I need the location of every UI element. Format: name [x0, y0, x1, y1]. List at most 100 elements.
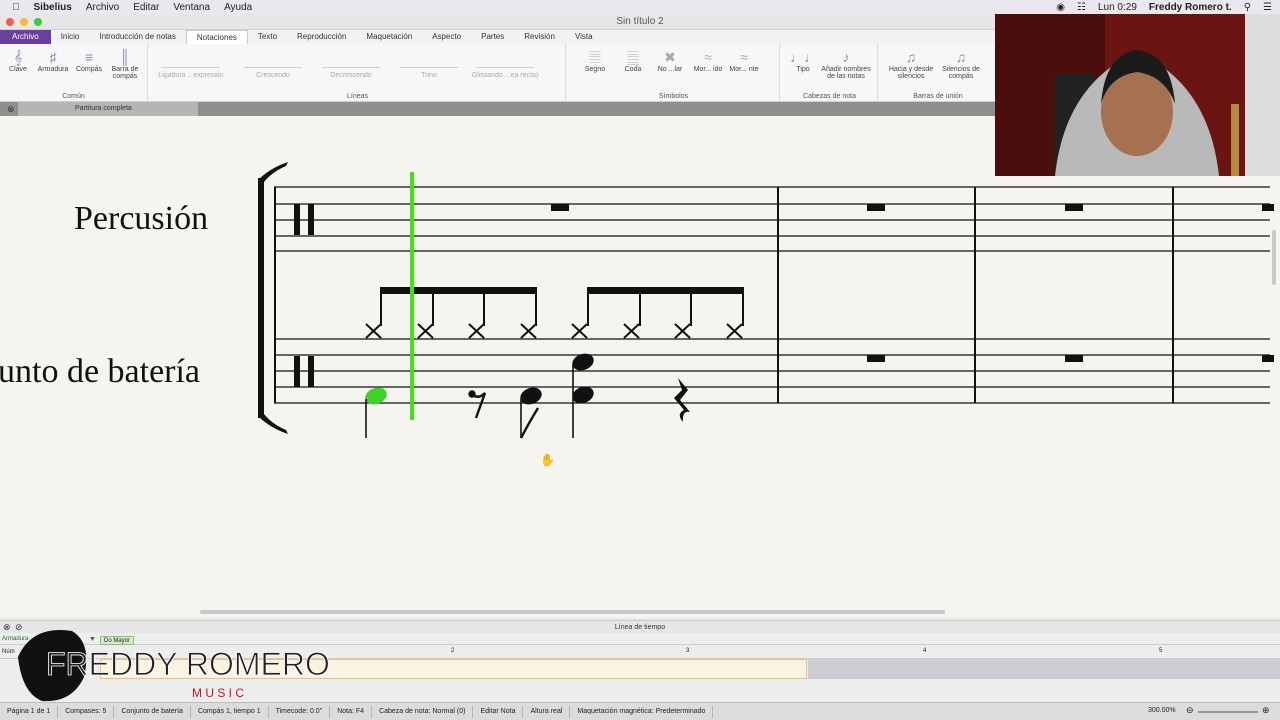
crossed-symbol-icon: ✖ [664, 49, 676, 65]
status-pitch: Altura real [523, 705, 571, 718]
group-cabezas-label: Cabezas de nota [803, 93, 856, 100]
tab-texto[interactable]: Texto [248, 30, 287, 44]
hacia-desde-silencios-button[interactable]: ♫ Hacia y desde silencios [886, 48, 936, 80]
tab-archivo[interactable]: Archivo [0, 30, 51, 44]
whole-rest[interactable] [867, 355, 885, 362]
gallery-decrescendo-label: Decrescendo [330, 72, 372, 79]
minimize-window-button[interactable] [20, 18, 28, 26]
timeline-empty-region[interactable] [808, 659, 1280, 679]
search-icon[interactable]: ⚲ [1244, 2, 1251, 13]
compas-label: Compás [75, 66, 103, 73]
gallery-ligadura[interactable]: Ligadura ...expresión [156, 54, 226, 84]
zoom-slider[interactable] [1198, 711, 1258, 713]
score-canvas[interactable]: Percusión unto de batería ✋ [0, 116, 1280, 618]
silencios-compas-button[interactable]: ♫ Silencios de compás [938, 48, 984, 80]
whole-rest[interactable] [1262, 204, 1274, 211]
key-signature-icon: ♯ [49, 49, 57, 65]
tab-revision[interactable]: Revisión [514, 30, 565, 44]
zoom-window-button[interactable] [34, 18, 42, 26]
whole-rest[interactable] [1065, 355, 1083, 362]
zoom-in-icon[interactable]: ⊕ [1262, 705, 1270, 716]
quarter-rest[interactable] [674, 378, 690, 422]
group-lineas-label: Líneas [346, 93, 369, 100]
compas-button[interactable]: ≡ Compás [73, 48, 105, 73]
no-lar-label: No ...lar [657, 66, 683, 73]
mordente-nte-button[interactable]: ≈ Mor... nte [726, 48, 762, 73]
watermark-logo: FREDDY ROMERO M U S I C [12, 625, 342, 705]
tab-introduccion-notas[interactable]: Introducción de notas [89, 30, 186, 44]
selected-note[interactable] [363, 385, 389, 438]
tab-maquetacion[interactable]: Maquetación [356, 30, 422, 44]
menu-user[interactable]: Freddy Romero t. [1149, 2, 1232, 13]
gallery-glissando[interactable]: Glissando ...ea recta) [470, 54, 540, 84]
mordente-ido-button[interactable]: ≈ Mor... ido [690, 48, 726, 73]
menu-app[interactable]: Sibelius [34, 2, 72, 13]
crescendo-icon [244, 54, 302, 68]
staff2-name: unto de batería [0, 353, 200, 390]
gallery-trino[interactable]: Trino [394, 54, 464, 84]
apple-icon[interactable]:  [12, 2, 20, 13]
wifi-icon[interactable]: ☷ [1077, 2, 1086, 13]
gallery-trino-label: Trino [421, 72, 437, 79]
playback-line[interactable] [410, 172, 414, 420]
staff-bateria [274, 338, 1270, 404]
webcam-image [995, 14, 1280, 176]
zoom-out-icon[interactable]: ⊖ [1186, 705, 1194, 716]
glissando-icon [476, 54, 534, 68]
inverted-mordent-icon: ≈ [740, 49, 748, 65]
tab-partes[interactable]: Partes [471, 30, 514, 44]
tipo-button[interactable]: ♩♩ Tipo [790, 48, 818, 73]
segno-label: Segno [584, 66, 606, 73]
beam-bar-icon: ♫ [955, 49, 967, 65]
segno-button[interactable]: 𝄚 Segno [578, 48, 612, 73]
gallery-crescendo[interactable]: Crescendo [238, 54, 308, 84]
coda-button[interactable]: 𝄛 Coda [616, 48, 650, 73]
record-icon[interactable]: ◉ [1056, 2, 1065, 13]
vertical-scrollbar[interactable] [1272, 230, 1276, 285]
tab-inicio[interactable]: Inicio [51, 30, 90, 44]
hihat-notes[interactable] [365, 288, 744, 339]
anadir-nombres-label: Añadir nombres de las notas [821, 66, 871, 80]
tab-vista[interactable]: Vista [565, 30, 603, 44]
armadura-button[interactable]: ♯ Armadura [34, 48, 72, 73]
menu-ventana[interactable]: Ventana [173, 2, 210, 13]
close-tab-icon[interactable]: ⊗ [7, 104, 15, 115]
group-barras-label: Barras de unión [913, 93, 963, 100]
barra-compas-button[interactable]: ║ Barra de compás [106, 48, 144, 80]
whole-rest[interactable] [1262, 355, 1274, 362]
list-icon[interactable]: ☰ [1263, 2, 1272, 13]
group-simbolos-label: Símbolos [658, 93, 689, 100]
menu-bar:  Sibelius Archivo Editar Ventana Ayuda … [0, 0, 1280, 14]
clef-icon: 𝄞 [13, 49, 23, 65]
timeline-bar-number: 5 [1159, 648, 1163, 654]
status-timecode: Timecode: 0.0" [269, 705, 331, 718]
gallery-decrescendo[interactable]: Decrescendo [316, 54, 386, 84]
chord-note[interactable] [570, 351, 596, 438]
menu-clock[interactable]: Lun 0:29 [1098, 2, 1137, 13]
group-barras: ♫ Hacia y desde silencios ♫ Silencios de c… [880, 44, 996, 102]
eighth-note[interactable] [518, 385, 544, 439]
whole-rest[interactable] [867, 204, 885, 211]
tab-aspecto[interactable]: Aspecto [422, 30, 471, 44]
close-window-button[interactable] [6, 18, 14, 26]
tab-reproduccion[interactable]: Reproducción [287, 30, 356, 44]
eighth-rest[interactable] [468, 390, 487, 419]
staff1-name: Percusión [74, 200, 208, 237]
menu-archivo[interactable]: Archivo [86, 2, 119, 13]
whole-rest[interactable] [1065, 204, 1083, 211]
tab-partitura-completa[interactable]: Partitura completa [18, 102, 198, 116]
clave-button[interactable]: 𝄞 Clave [4, 48, 32, 73]
status-notehead: Cabeza de nota: Normal (0) [372, 705, 474, 718]
tab-notaciones[interactable]: Notaciones [185, 29, 248, 45]
note-name-icon: ♪ [842, 49, 850, 65]
menu-editar[interactable]: Editar [133, 2, 159, 13]
anadir-nombres-button[interactable]: ♪ Añadir nombres de las notas [818, 48, 874, 80]
whole-rest[interactable] [551, 204, 569, 211]
mordente-ido-label: Mor... ido [693, 66, 723, 73]
horizontal-scrollbar[interactable] [200, 610, 945, 614]
no-lar-button[interactable]: ✖ No ...lar [652, 48, 688, 73]
menu-ayuda[interactable]: Ayuda [224, 2, 252, 13]
beam [587, 287, 744, 294]
barline-icon: ║ [120, 49, 130, 65]
staff-percusion [274, 186, 1270, 252]
